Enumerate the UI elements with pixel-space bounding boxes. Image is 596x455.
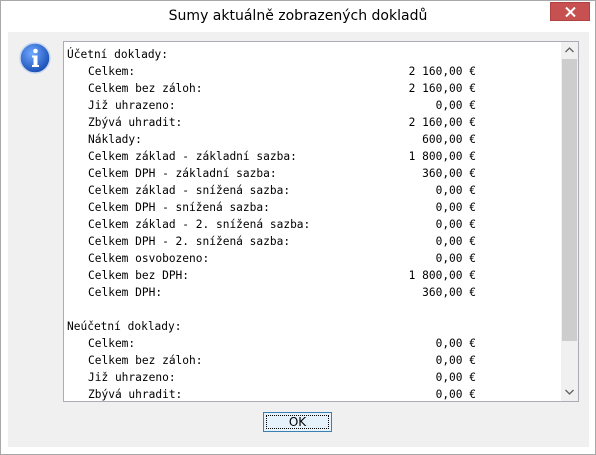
line-label: Celkem základ - 2. snížená sazba: — [88, 218, 311, 231]
summary-line: Zbývá uhradit: 2 160,00 € — [67, 114, 557, 131]
line-value: 1 800,00 € — [408, 269, 476, 282]
summary-line: Celkem bez DPH: 1 800,00 € — [67, 267, 557, 284]
summary-line: Celkem základ - 2. snížená sazba: 0,00 € — [67, 216, 557, 233]
window-title: Sumy aktuálně zobrazených dokladů — [168, 8, 428, 24]
summary-line: Celkem základ - snížená sazba: 0,00 € — [67, 182, 557, 199]
line-value: 0,00 € — [435, 201, 476, 214]
line-label: Účetní doklady: — [67, 48, 169, 61]
line-value: 0,00 € — [435, 371, 476, 384]
line-label: Celkem DPH - 2. snížená sazba: — [88, 235, 291, 248]
line-label: Celkem DPH: — [88, 286, 163, 299]
line-label: Celkem DPH - základní sazba: — [88, 167, 277, 180]
chevron-up-icon — [565, 47, 574, 53]
line-label: Celkem základ - snížená sazba: — [88, 184, 291, 197]
title-bar[interactable]: Sumy aktuálně zobrazených dokladů — [1, 1, 595, 33]
line-value: 1 800,00 € — [408, 150, 476, 163]
line-value: 360,00 € — [422, 167, 476, 180]
line-value: 0,00 € — [435, 354, 476, 367]
line-value: 0,00 € — [435, 99, 476, 112]
summary-line: Neúčetní doklady: — [67, 318, 557, 335]
line-value: 2 160,00 € — [408, 65, 476, 78]
line-label: Celkem bez DPH: — [88, 269, 190, 282]
close-icon — [565, 7, 576, 17]
line-label: Celkem DPH - snížená sazba: — [88, 201, 270, 214]
line-label: Celkem bez záloh: — [88, 82, 203, 95]
line-label: Celkem bez záloh: — [88, 354, 203, 367]
summary-line: Účetní doklady: — [67, 46, 557, 63]
scroll-down-button[interactable] — [561, 384, 578, 401]
line-value: 0,00 € — [435, 218, 476, 231]
summary-line: Celkem DPH - základní sazba: 360,00 € — [67, 165, 557, 182]
scroll-thumb[interactable] — [562, 59, 577, 341]
chevron-down-icon — [565, 389, 574, 395]
summary-line: Celkem bez záloh: 0,00 € — [67, 352, 557, 369]
summary-line: Celkem osvobozeno: 0,00 € — [67, 250, 557, 267]
line-label: Celkem základ - základní sazba: — [88, 150, 297, 163]
close-button[interactable] — [550, 2, 590, 21]
dialog-window: Sumy aktuálně zobrazených dokladů Účetní… — [0, 0, 596, 455]
line-value: 600,00 € — [422, 133, 476, 146]
line-value: 0,00 € — [435, 252, 476, 265]
summary-line: Celkem DPH: 360,00 € — [67, 284, 557, 301]
summary-line: Již uhrazeno: 0,00 € — [67, 97, 557, 114]
line-value: 2 160,00 € — [408, 116, 476, 129]
line-label: Celkem osvobozeno: — [88, 252, 210, 265]
summary-line: Celkem DPH - 2. snížená sazba: 0,00 € — [67, 233, 557, 250]
line-value: 0,00 € — [435, 235, 476, 248]
summary-line: Již uhrazeno: 0,00 € — [67, 369, 557, 386]
summary-line — [67, 301, 557, 318]
line-label: Již uhrazeno: — [88, 371, 176, 384]
line-label: Náklady: — [88, 133, 142, 146]
summary-textbox[interactable]: Účetní doklady: Celkem: 2 160,00 € Celkem b… — [63, 41, 579, 402]
line-value: 360,00 € — [422, 286, 476, 299]
line-value: 2 160,00 € — [408, 82, 476, 95]
vertical-scrollbar[interactable] — [561, 42, 578, 401]
dialog-body: Účetní doklady: Celkem: 2 160,00 € Celkem b… — [8, 32, 589, 447]
summary-line: Celkem: 2 160,00 € — [67, 63, 557, 80]
line-value: 0,00 € — [435, 184, 476, 197]
summary-line: Náklady: 600,00 € — [67, 131, 557, 148]
summary-line: Celkem základ - základní sazba: 1 800,00 … — [67, 148, 557, 165]
line-label: Zbývá uhradit: — [88, 388, 183, 401]
focus-rect — [266, 415, 329, 429]
scroll-up-button[interactable] — [561, 42, 578, 59]
line-label: Zbývá uhradit: — [88, 116, 183, 129]
line-label: Celkem: — [88, 337, 136, 350]
line-value: 0,00 € — [435, 337, 476, 350]
summary-lines: Účetní doklady: Celkem: 2 160,00 € Celkem b… — [67, 46, 557, 401]
summary-line: Celkem: 0,00 € — [67, 335, 557, 352]
line-label: Již uhrazeno: — [88, 99, 176, 112]
info-icon — [19, 42, 51, 74]
summary-line: Celkem DPH - snížená sazba: 0,00 € — [67, 199, 557, 216]
summary-line: Zbývá uhradit: 0,00 € — [67, 386, 557, 401]
line-label: Celkem: — [88, 65, 136, 78]
summary-line: Celkem bez záloh: 2 160,00 € — [67, 80, 557, 97]
ok-button[interactable]: OK — [263, 412, 332, 432]
line-label: Neúčetní doklady: — [67, 320, 182, 333]
line-value: 0,00 € — [435, 388, 476, 401]
